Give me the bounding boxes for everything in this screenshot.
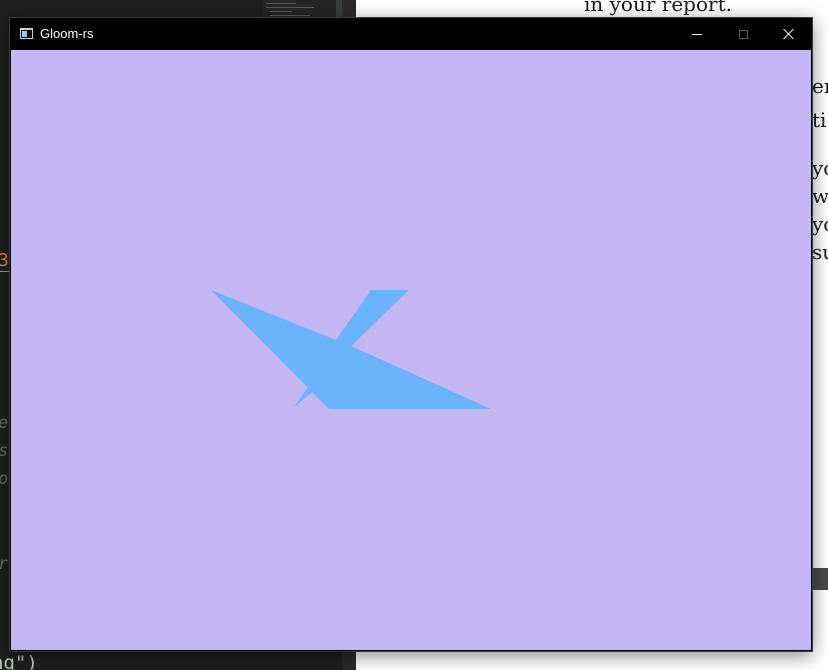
window-titlebar[interactable]: Gloom-rs bbox=[10, 18, 812, 50]
pdf-text-line: yo bbox=[812, 156, 828, 180]
code-fragment: s bbox=[0, 443, 8, 460]
desktop: 3 e s o r. ng") in your report. er ti yo… bbox=[0, 0, 828, 670]
pdf-text-line: su bbox=[812, 240, 828, 264]
code-fragment: ng") bbox=[0, 654, 38, 670]
pdf-text-line: yo bbox=[812, 212, 828, 236]
minimap-line bbox=[270, 11, 292, 12]
app-window-icon[interactable] bbox=[20, 28, 33, 39]
close-icon bbox=[783, 28, 795, 40]
pdf-text-line: er bbox=[812, 74, 828, 98]
minimap-line bbox=[266, 7, 314, 8]
maximize-button[interactable] bbox=[720, 18, 766, 50]
pdf-text-line: ti bbox=[812, 108, 827, 132]
pdf-text-line: in your report. bbox=[584, 0, 732, 16]
minimap-line bbox=[270, 15, 310, 16]
render-canvas bbox=[11, 50, 811, 650]
code-fragment: o bbox=[0, 471, 8, 488]
render-viewport[interactable] bbox=[11, 50, 811, 650]
maximize-icon bbox=[738, 29, 748, 39]
viewport-background bbox=[11, 50, 811, 650]
minimize-button[interactable] bbox=[674, 18, 720, 50]
close-button[interactable] bbox=[766, 18, 812, 50]
editor-minimap[interactable] bbox=[262, 0, 336, 20]
window-title: Gloom-rs bbox=[40, 26, 94, 41]
minimap-line bbox=[266, 3, 296, 4]
pdf-scrollbar-thumb[interactable] bbox=[812, 568, 828, 590]
minimize-icon bbox=[692, 33, 702, 35]
pdf-text-line: w bbox=[812, 184, 828, 208]
gloom-rs-window[interactable]: Gloom-rs bbox=[10, 18, 812, 651]
code-fragment-string: ng") bbox=[0, 652, 38, 670]
code-fragment: e bbox=[0, 415, 8, 432]
code-fragment: 3 bbox=[0, 250, 9, 271]
